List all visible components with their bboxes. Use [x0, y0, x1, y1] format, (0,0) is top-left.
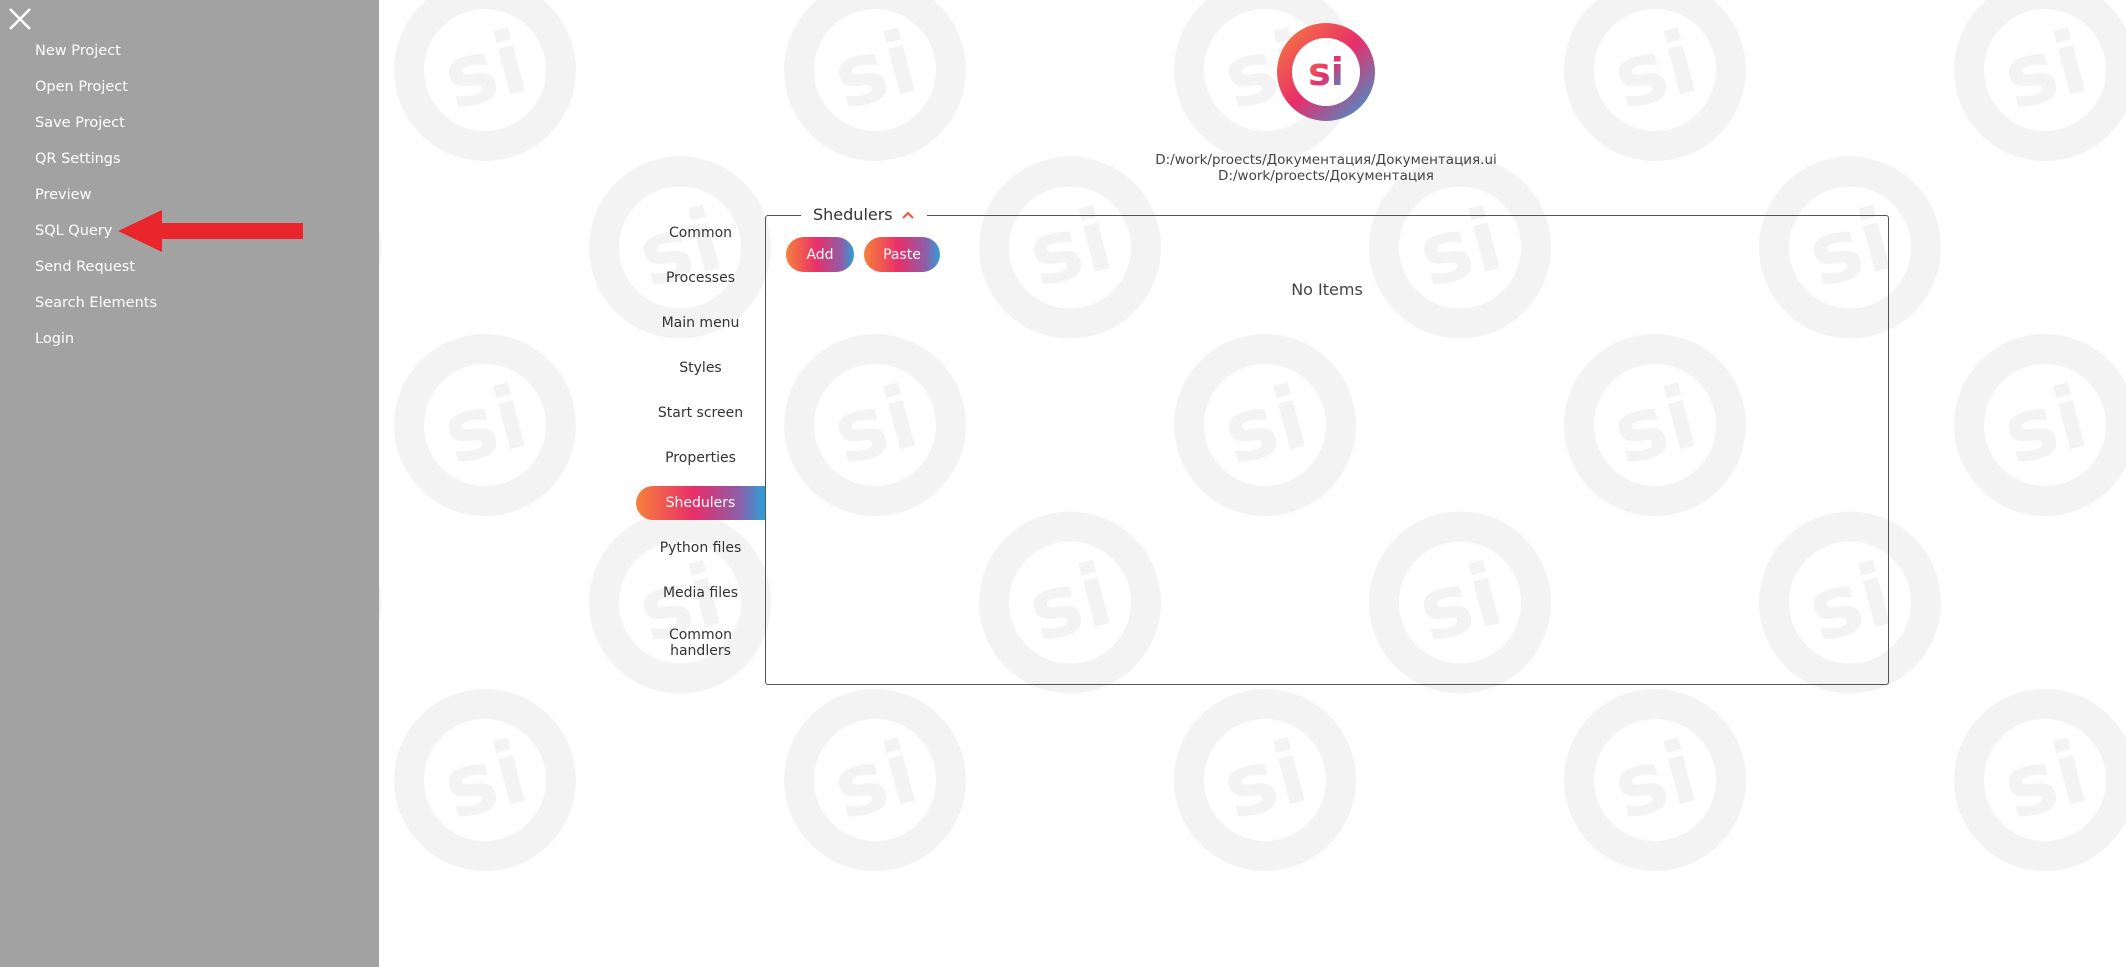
svg-text:si: si — [1993, 367, 2097, 484]
side-drawer: New Project Open Project Save Project QR… — [0, 0, 379, 967]
project-dir-path: D:/work/proects/Документация — [1218, 168, 1434, 184]
drawer-menu: New Project Open Project Save Project QR… — [35, 40, 157, 364]
tab-python-files[interactable]: Python files — [636, 531, 765, 565]
tab-main-menu[interactable]: Main menu — [636, 306, 765, 340]
panel-legend[interactable]: Shedulers — [801, 202, 927, 228]
svg-text:si: si — [433, 722, 537, 839]
tab-start-screen[interactable]: Start screen — [636, 396, 765, 430]
watermark-logo: si — [394, 0, 576, 161]
watermark-logo: si — [784, 0, 966, 161]
tab-media-files[interactable]: Media files — [636, 576, 765, 610]
watermark-logo: si — [394, 334, 576, 516]
watermark-logo: si — [1954, 334, 2126, 516]
watermark-logo: si — [1564, 0, 1746, 161]
watermark-logo: si — [1174, 689, 1356, 871]
close-icon[interactable] — [4, 3, 34, 33]
project-paths: D:/work/proects/Документация/Документаци… — [1126, 152, 1526, 184]
add-button[interactable]: Add — [786, 237, 854, 272]
svg-text:si: si — [1993, 12, 2097, 129]
svg-text:si: si — [433, 367, 537, 484]
svg-text:si: si — [433, 12, 537, 129]
chevron-up-icon[interactable] — [901, 202, 915, 228]
svg-text:si: si — [1213, 722, 1317, 839]
svg-text:si: si — [823, 12, 927, 129]
si-logo-icon: si — [1276, 22, 1376, 122]
svg-text:si: si — [1308, 50, 1344, 94]
panel-title: Shedulers — [813, 205, 893, 224]
empty-state-text: No Items — [1291, 280, 1363, 299]
watermark-logo: si — [1954, 0, 2126, 161]
menu-item-open-project[interactable]: Open Project — [35, 76, 157, 112]
menu-item-save-project[interactable]: Save Project — [35, 112, 157, 148]
tab-common[interactable]: Common — [636, 216, 765, 250]
menu-item-search-elements[interactable]: Search Elements — [35, 292, 157, 328]
tab-shedulers[interactable]: Shedulers — [636, 486, 765, 520]
watermark-logo: si — [1954, 689, 2126, 871]
paste-button[interactable]: Paste — [864, 237, 940, 272]
menu-item-login[interactable]: Login — [35, 328, 157, 364]
svg-text:si: si — [1603, 722, 1707, 839]
watermark-logo: si — [394, 689, 576, 871]
tab-properties[interactable]: Properties — [636, 441, 765, 475]
menu-item-new-project[interactable]: New Project — [35, 40, 157, 76]
annotation-arrow-icon — [118, 210, 303, 252]
tab-processes[interactable]: Processes — [636, 261, 765, 295]
shedulers-panel: Shedulers Add Paste No Items — [765, 202, 1889, 685]
tab-styles[interactable]: Styles — [636, 351, 765, 385]
svg-text:si: si — [823, 722, 927, 839]
watermark-logo: si — [784, 689, 966, 871]
watermark-logo: si — [1564, 689, 1746, 871]
svg-text:si: si — [1603, 12, 1707, 129]
svg-text:si: si — [1993, 722, 2097, 839]
menu-item-send-request[interactable]: Send Request — [35, 256, 157, 292]
project-file-path: D:/work/proects/Документация/Документаци… — [1155, 152, 1497, 168]
tab-common-handlers[interactable]: Common handlers — [636, 621, 765, 665]
menu-item-qr-settings[interactable]: QR Settings — [35, 148, 157, 184]
